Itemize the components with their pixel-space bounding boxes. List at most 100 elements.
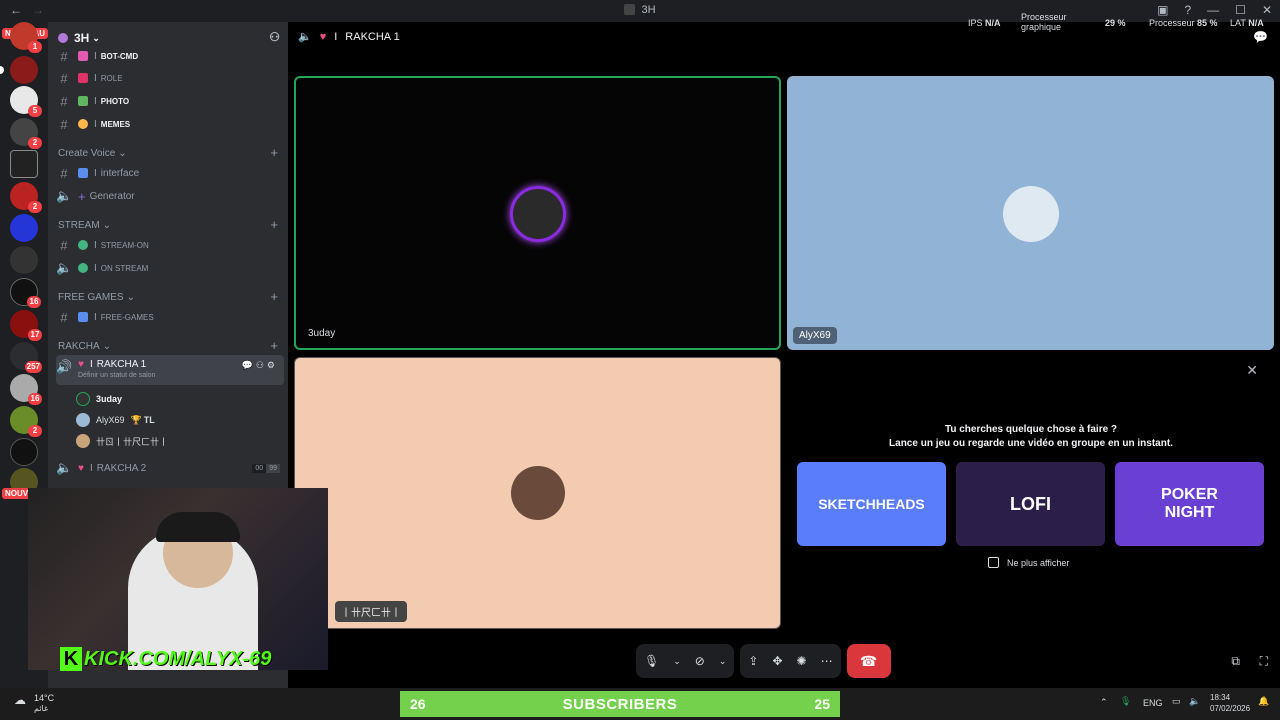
notification-icon[interactable]: 🔔 xyxy=(1258,696,1269,707)
voice-user[interactable]: AlyX69 🏆 TL xyxy=(76,411,155,429)
plus-icon: + xyxy=(78,188,86,204)
microphone-icon[interactable]: 🎙 xyxy=(644,654,659,668)
speaker-icon: 🔈 xyxy=(56,460,73,475)
inbox-icon[interactable]: ▣ xyxy=(1157,3,1168,17)
disconnect-button[interactable]: ☎ xyxy=(846,644,891,678)
server-icon-3[interactable]: 5 xyxy=(10,86,42,117)
activity-card-lofi[interactable]: LOFI xyxy=(956,462,1105,546)
microphone-icon[interactable]: 🎙 xyxy=(1120,696,1131,707)
activity-prompt: ✕ Tu cherches quelque chose à faire ? La… xyxy=(788,352,1268,572)
video-tile[interactable]: 3uday xyxy=(294,76,781,350)
hash-icon: # xyxy=(60,93,68,109)
channel-memes[interactable]: # I MEMES xyxy=(56,114,284,134)
close-window-button[interactable]: ✕ xyxy=(1262,3,1272,17)
server-icon-2[interactable] xyxy=(10,56,38,84)
server-emoji-icon xyxy=(58,33,68,43)
category-stream[interactable]: STREAM ⌄ + xyxy=(58,217,282,232)
category-create-voice[interactable]: Create Voice ⌄ + xyxy=(58,145,282,160)
server-icon-5[interactable] xyxy=(10,150,38,178)
server-icon-1[interactable]: 1 xyxy=(10,22,42,53)
voice-channel-generator[interactable]: 🔈 + Generator xyxy=(56,186,284,206)
channel-free-games[interactable]: # I FREE-GAMES xyxy=(56,307,284,327)
checkbox[interactable] xyxy=(988,557,999,568)
fullscreen-icon[interactable]: ⛶ xyxy=(1260,654,1268,669)
channel-emoji-icon xyxy=(78,51,88,61)
hash-icon: # xyxy=(60,48,68,64)
channel-photo[interactable]: # I PHOTO xyxy=(56,91,284,111)
chevron-down-icon: ⌄ xyxy=(102,341,112,352)
avatar xyxy=(76,413,90,427)
server-icon-9[interactable]: 16 xyxy=(10,278,41,308)
speaker-icon: 🔈 xyxy=(56,188,73,203)
screen-share-icon[interactable]: ⇪ xyxy=(748,654,758,668)
user-avatar xyxy=(510,186,566,242)
popout-icon[interactable]: ⧉ xyxy=(1231,654,1240,669)
add-channel-icon[interactable]: + xyxy=(270,217,278,232)
channel-actions[interactable]: 💬⚇⚙ xyxy=(242,360,278,371)
server-icon-13[interactable]: 2 xyxy=(10,406,42,437)
server-icon-10[interactable]: 17 xyxy=(10,310,42,341)
window-title: 3H xyxy=(0,4,1280,16)
chevron-down-icon[interactable]: ⌄ xyxy=(673,656,681,667)
maximize-button[interactable]: ☐ xyxy=(1235,3,1246,17)
add-channel-icon[interactable]: + xyxy=(270,338,278,353)
hash-icon: # xyxy=(60,237,68,253)
voice-user[interactable]: 卄ㄖ丨卄尺ㄈ卄丨 xyxy=(76,432,168,450)
channel-status[interactable]: Définir un statut de salon xyxy=(78,372,155,379)
activities-icon[interactable]: ✥ xyxy=(772,654,782,668)
chevron-up-icon[interactable]: ⌃ xyxy=(1100,697,1108,708)
webcam-overlay xyxy=(28,488,328,670)
voice-channel-on-stream[interactable]: 🔈 I ON STREAM xyxy=(56,258,284,278)
category-rakcha[interactable]: RAKCHA ⌄ + xyxy=(58,338,282,353)
chat-icon[interactable]: 💬 xyxy=(1253,30,1268,44)
dont-show-again[interactable]: Ne plus afficher xyxy=(988,557,1069,568)
add-channel-icon[interactable]: + xyxy=(270,289,278,304)
help-icon[interactable]: ? xyxy=(1184,3,1191,17)
invite-people-icon[interactable]: ⚇ xyxy=(269,30,280,44)
video-tile[interactable]: AlyX69 xyxy=(787,76,1274,350)
voice-channel-rakcha-1[interactable]: 🔊 ♥ I RAKCHA 1 Définir un statut de salon … xyxy=(56,355,284,385)
close-icon[interactable]: ✕ xyxy=(1246,362,1258,379)
soundboard-icon[interactable]: ✺ xyxy=(797,654,807,668)
server-icon-14[interactable] xyxy=(10,438,38,466)
server-icon-12[interactable]: 16 xyxy=(10,374,42,405)
channel-interface[interactable]: # Iinterface xyxy=(56,163,284,183)
tile-name: 3uday xyxy=(308,328,336,339)
channel-emoji-icon xyxy=(78,119,88,129)
kick-banner: K KICK.COM/ALYX-69 xyxy=(60,645,271,673)
volume-icon[interactable]: 🔈 xyxy=(1189,696,1200,707)
mic-group: 🎙 ⌄ ⊘ ⌄ xyxy=(636,644,735,678)
category-free-games[interactable]: FREE GAMES ⌄ + xyxy=(58,289,282,304)
channel-stream-on[interactable]: # I STREAM-ON xyxy=(56,235,284,255)
activity-card-sketchheads[interactable]: SKETCHHEADS xyxy=(797,462,946,546)
network-icon[interactable]: ▭ xyxy=(1172,696,1181,707)
server-icon-11[interactable]: 257 xyxy=(10,342,42,373)
camera-off-icon[interactable]: ⊘ xyxy=(695,654,705,668)
server-header[interactable]: 3H ⌄ ⚇ xyxy=(58,30,280,46)
weather-icon[interactable]: ☁ xyxy=(14,693,26,707)
channel-bot-cmd[interactable]: # I BOT-CMD xyxy=(56,46,284,66)
speaker-muted-icon: 🔈 xyxy=(56,260,73,275)
channel-role[interactable]: # I ROLE xyxy=(56,68,284,88)
voice-user[interactable]: 3uday xyxy=(76,390,122,408)
more-icon[interactable]: ⋯ xyxy=(821,654,833,668)
heart-icon: ♥ xyxy=(78,359,84,370)
server-icon-7[interactable] xyxy=(10,214,38,242)
channel-emoji-icon xyxy=(78,312,88,322)
tile-name: AlyX69 xyxy=(793,327,837,344)
minimize-button[interactable]: — xyxy=(1207,3,1219,17)
add-channel-icon[interactable]: + xyxy=(270,145,278,160)
video-tile[interactable]: 丨卄尺ㄈ卄丨 xyxy=(294,357,781,629)
call-area: 🔈 ♥ I RAKCHA 1 IPS N/A Processeur graphi… xyxy=(288,12,1280,688)
server-icon-8[interactable] xyxy=(10,246,38,274)
activity-card-poker[interactable]: POKER NIGHT xyxy=(1115,462,1264,546)
server-icon-6[interactable]: 2 xyxy=(10,182,42,213)
hash-icon: # xyxy=(60,165,68,181)
server-icon-4[interactable]: 2 xyxy=(10,118,42,149)
hash-icon: # xyxy=(60,70,68,86)
unread-pill xyxy=(0,66,4,74)
window-controls: ▣ ? — ☐ ✕ xyxy=(1157,3,1272,17)
voice-channel-rakcha-2[interactable]: 🔈 ♥ I RAKCHA 2 00 99 xyxy=(56,458,284,478)
kick-logo-icon: K xyxy=(60,647,82,671)
chevron-down-icon[interactable]: ⌄ xyxy=(719,656,727,667)
